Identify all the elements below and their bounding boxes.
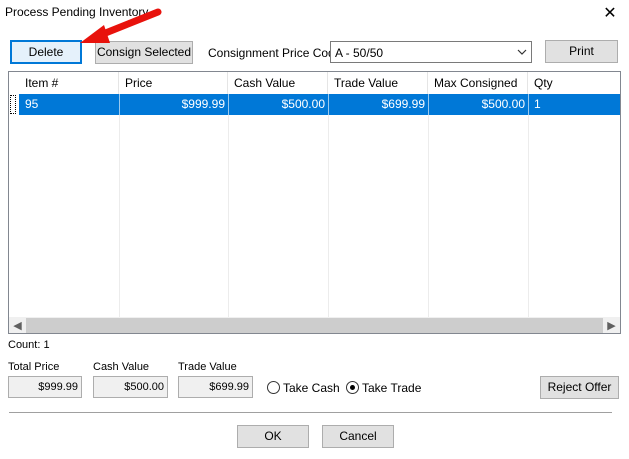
- row-header-corner: [9, 72, 19, 94]
- price-code-value: A - 50/50: [335, 46, 384, 60]
- column-header-trade-value[interactable]: Trade Value: [328, 72, 428, 94]
- total-price-label: Total Price: [8, 361, 60, 373]
- reject-offer-button[interactable]: Reject Offer: [540, 376, 619, 399]
- cell-item: 95: [25, 97, 39, 111]
- cell-price: $999.99: [181, 97, 225, 111]
- grid-header: Item # Price Cash Value Trade Value Max …: [9, 72, 620, 94]
- print-button[interactable]: Print: [545, 40, 618, 63]
- divider: [9, 412, 612, 413]
- consignment-price-code-select[interactable]: A - 50/50: [330, 41, 532, 63]
- cash-value-label: Cash Value: [93, 361, 150, 373]
- row-count: Count: 1: [8, 339, 50, 351]
- total-price-value: $999.99: [8, 376, 82, 398]
- ok-button[interactable]: OK: [237, 425, 309, 448]
- table-row[interactable]: 95 $999.99 $500.00 $699.99 $500.00 1: [9, 94, 620, 115]
- horizontal-scrollbar[interactable]: ◀ ▶: [9, 317, 620, 333]
- close-icon[interactable]: ✕: [601, 3, 619, 23]
- cell-trade-value: $699.99: [381, 97, 425, 111]
- column-header-cash-value[interactable]: Cash Value: [228, 72, 328, 94]
- cell-cash-value: $500.00: [281, 97, 325, 111]
- consignment-price-code-label: Consignment Price Code: [208, 46, 342, 60]
- cell-qty: 1: [534, 97, 541, 111]
- scrollbar-thumb[interactable]: [26, 318, 603, 333]
- column-header-qty[interactable]: Qty: [528, 72, 620, 94]
- take-cash-label[interactable]: Take Cash: [283, 381, 340, 395]
- column-gridline: [328, 115, 329, 318]
- scroll-left-icon[interactable]: ◀: [9, 317, 26, 333]
- column-header-item[interactable]: Item #: [19, 72, 119, 94]
- pending-inventory-grid[interactable]: Item # Price Cash Value Trade Value Max …: [8, 71, 621, 334]
- take-trade-label[interactable]: Take Trade: [362, 381, 421, 395]
- cancel-button[interactable]: Cancel: [322, 425, 394, 448]
- delete-button[interactable]: Delete: [10, 40, 82, 64]
- cell-max-consigned: $500.00: [481, 97, 525, 111]
- radio-selected-dot: [350, 385, 355, 390]
- trade-value-field: $699.99: [178, 376, 253, 398]
- red-arrow-annotation: [80, 8, 162, 43]
- trade-value-label: Trade Value: [178, 361, 237, 373]
- take-cash-radio[interactable]: [267, 381, 280, 394]
- take-trade-radio[interactable]: [346, 381, 359, 394]
- column-gridline: [528, 115, 529, 318]
- column-gridline: [228, 115, 229, 318]
- column-gridline: [119, 115, 120, 318]
- scroll-right-icon[interactable]: ▶: [603, 317, 620, 333]
- column-gridline: [428, 115, 429, 318]
- row-focus-indicator: [10, 95, 16, 114]
- column-header-max-consigned[interactable]: Max Consigned: [428, 72, 528, 94]
- cash-value-field: $500.00: [93, 376, 168, 398]
- column-header-price[interactable]: Price: [119, 72, 228, 94]
- chevron-down-icon: [517, 49, 527, 55]
